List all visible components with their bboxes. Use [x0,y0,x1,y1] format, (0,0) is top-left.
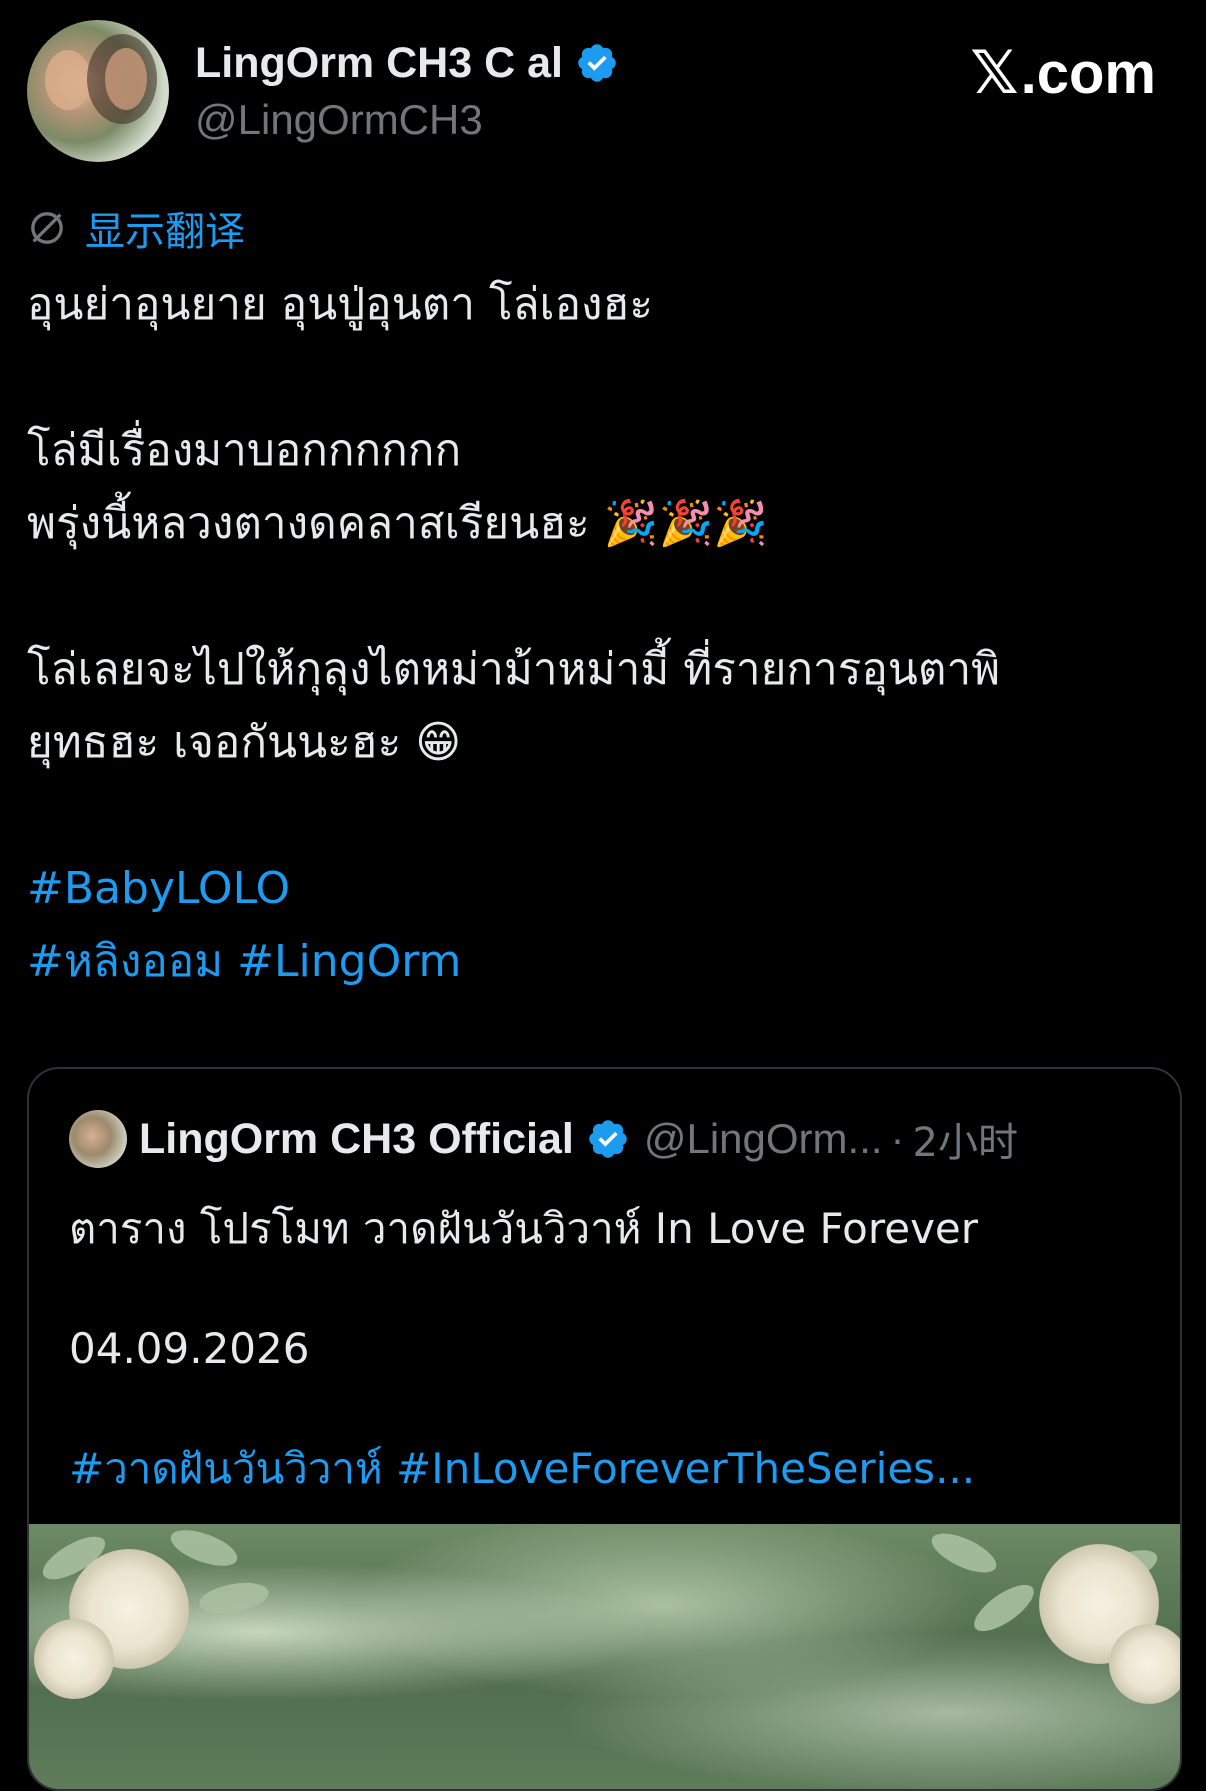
author-handle[interactable]: @LingOrmCH3 [195,96,483,144]
brand-suffix: .com [1020,40,1156,106]
globe-slash-icon [31,212,63,244]
tweet-line: โล่เลยจะไปให้กุลุงไตหม่าม้าหม่ามี้ ที่รา… [27,644,1001,695]
quoted-author-name[interactable]: LingOrm CH3 Official [139,1115,574,1164]
quoted-hashtags[interactable]: #วาดฝันวันวิวาห์ #InLoveForeverTheSeries… [69,1439,1149,1499]
show-translation-label[interactable]: 显示翻译 [85,199,245,257]
x-com-brand: 𝕏 .com [970,38,1156,108]
quoted-author-avatar[interactable] [69,1110,127,1168]
author-avatar[interactable] [27,20,169,162]
quoted-tweet-card[interactable]: LingOrm CH3 Official @LingOrm... · 2小时 ต… [27,1067,1182,1791]
show-translation-button[interactable]: 显示翻译 [27,200,245,256]
verified-badge-icon [589,1120,627,1158]
tweet-line: พรุ่งนี้หลวงตางดคลาสเรียนฮะ 🎉🎉🎉 [27,498,769,549]
quoted-line: ตาราง โปรโมท วาดฝันวันวิวาห์ In Love For… [69,1204,979,1253]
verified-badge-icon [578,44,616,82]
quoted-timestamp[interactable]: 2小时 [913,1110,1018,1168]
hashtag-link[interactable]: #หลิงออม #LingOrm [27,925,1187,998]
tweet-body: อุนย่าอุนยาย อุนปู่อุนตา โล่เองฮะ โล่มีเ… [27,268,1187,998]
author-name-row: LingOrm CH3 C al [195,38,619,88]
quoted-media-image[interactable] [29,1522,1180,1789]
quoted-tweet-body: ตาราง โปรโมท วาดฝันวันวิวาห์ In Love For… [69,1199,1149,1499]
tweet-line: ยุทธฮะ เจอกันนะฮะ 😁 [27,717,462,768]
separator-dot: · [890,1115,905,1162]
tweet-header: LingOrm CH3 C al @LingOrmCH3 𝕏 .com [0,0,1206,180]
quoted-line: 04.09.2026 [69,1324,310,1373]
x-logo-icon: 𝕏 [970,38,1019,108]
tweet-line: อุนย่าอุนยาย อุนปู่อุนตา โล่เองฮะ [27,279,653,330]
quoted-author-handle[interactable]: @LingOrm... [644,1115,883,1163]
quoted-tweet-header: LingOrm CH3 Official @LingOrm... · 2小时 [69,1109,1018,1169]
tweet-line: โล่มีเรื่องมาบอกกกกกก [27,425,462,476]
hashtag-link[interactable]: #BabyLOLO [27,852,1187,925]
author-display-name[interactable]: LingOrm CH3 C al [195,39,563,88]
